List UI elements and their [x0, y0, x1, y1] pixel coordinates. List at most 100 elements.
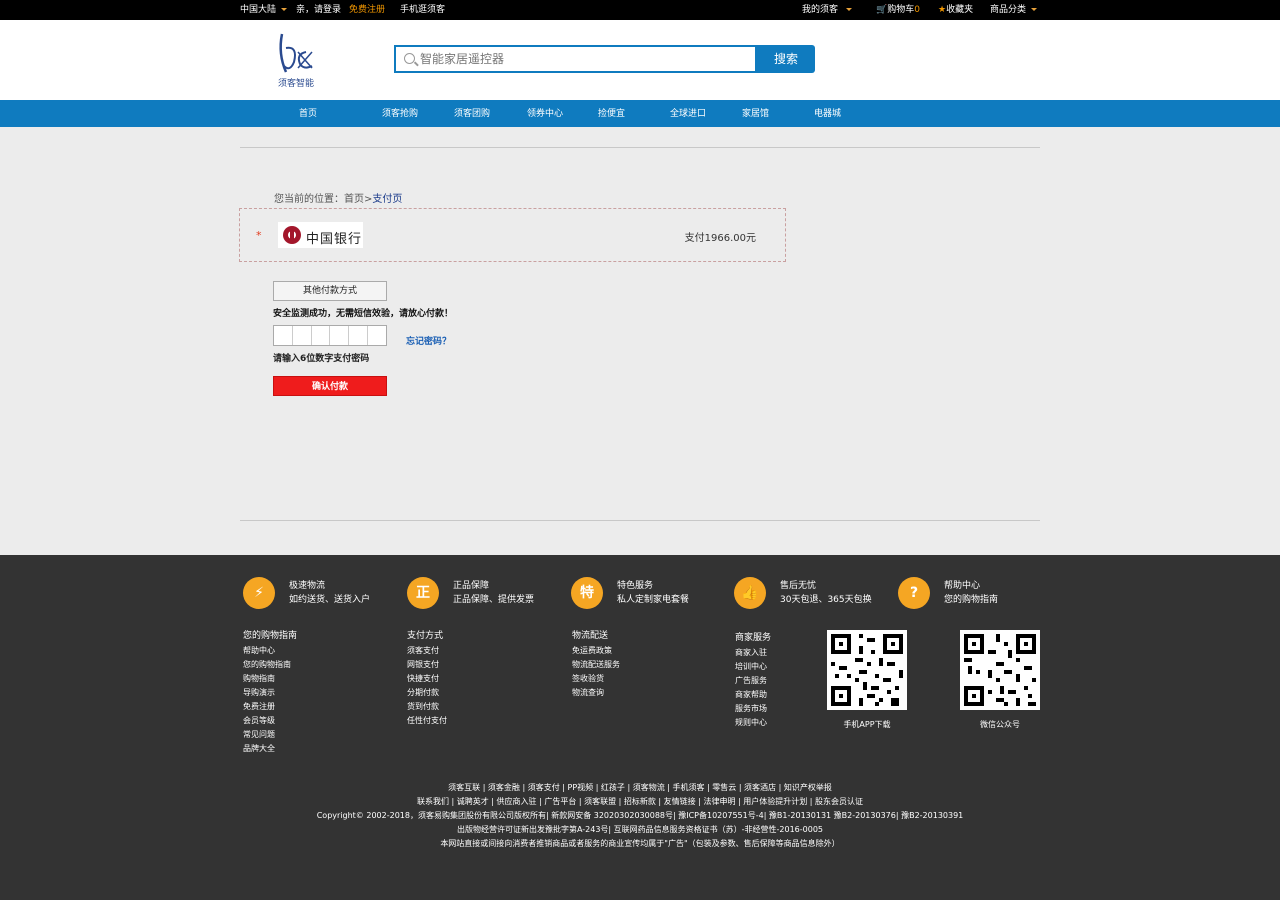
footer-link[interactable]: 须客支付 [407, 644, 447, 658]
feature-desc: 私人定制家电套餐 [617, 595, 690, 605]
wechat-qr[interactable] [960, 630, 1040, 710]
login-link[interactable]: 亲，请登录 [296, 4, 341, 16]
password-digit-box[interactable] [349, 326, 369, 345]
favorites-label: 收藏夹 [946, 5, 974, 15]
payment-amount: 支付1966.00元 [684, 233, 756, 244]
feature-desc: 您的购物指南 [944, 595, 999, 605]
nav-item-flash-sale[interactable]: 须客抢购 [382, 108, 418, 120]
password-hint: 请输入6位数字支付密码 [273, 354, 370, 364]
password-digit-box[interactable] [368, 326, 386, 345]
password-digit-box[interactable] [330, 326, 350, 345]
footer-link[interactable]: 任性付支付 [407, 714, 447, 728]
footer: ⚡ 极速物流 如约送货、送货入户 正 正品保障 正品保障、提供发票 特 特色服务… [0, 555, 1280, 900]
footer-link[interactable]: 免运费政策 [572, 644, 620, 658]
search-input[interactable] [420, 50, 740, 68]
footer-links-line[interactable]: 须客互联 | 须客金融 | 须客支付 | PP视频 | 红孩子 | 须客物流 |… [0, 782, 1280, 793]
footer-link[interactable]: 商家帮助 [735, 688, 771, 702]
footer-link[interactable]: 分期付款 [407, 686, 447, 700]
breadcrumb-prefix: 您当前的位置： [274, 194, 344, 205]
logo-icon [279, 33, 313, 73]
region-selector[interactable]: 中国大陆 [240, 4, 288, 16]
footer-link[interactable]: 购物指南 [243, 672, 297, 686]
search-button[interactable]: 搜索 [757, 45, 815, 73]
divider-top [240, 147, 1040, 148]
ad-notice-line: 本网站直接或间接向消费者推销商品或者服务的商业宣传均属于"广告"（包装及参数、售… [440, 839, 840, 848]
feature-title: 正品保障 [453, 581, 490, 591]
footer-link[interactable]: 物流配送服务 [572, 658, 620, 672]
qr-caption: 手机APP下载 [843, 720, 891, 729]
mobile-link[interactable]: 手机逛须客 [400, 4, 445, 16]
footer-links-line[interactable]: 联系我们 | 诚聘英才 | 供应商入驻 | 广告平台 | 须客联盟 | 招标新款… [0, 796, 1280, 807]
qr-code-icon [960, 630, 1040, 710]
favorites-link[interactable]: ★收藏夹 [938, 4, 973, 16]
categories-menu[interactable]: 商品分类 [990, 4, 1038, 16]
top-bar: 中国大陆 亲，请登录 免费注册 手机逛须客 我的须客 🛒购物车0 ★收藏夹 商品… [0, 0, 1280, 20]
footer-link[interactable]: 货到付款 [407, 700, 447, 714]
password-digit-box[interactable] [293, 326, 312, 345]
footer-column-merchant: 商家服务 商家入驻 培训中心 广告服务 商家帮助 服务市场 规则中心 [735, 630, 771, 730]
footer-link[interactable]: 品牌大全 [243, 742, 297, 756]
shield-icon: 正 [407, 577, 439, 609]
chevron-down-icon [1031, 8, 1038, 11]
chevron-down-icon [846, 8, 853, 11]
footer-link[interactable]: 物流查询 [572, 686, 620, 700]
password-input[interactable] [273, 325, 387, 346]
cart-count: 0 [914, 5, 920, 15]
cart-label: 购物车 [887, 5, 915, 15]
chevron-down-icon [281, 8, 288, 11]
security-message: 安全监测成功，无需短信效验，请放心付款！ [273, 309, 454, 319]
column-title: 物流配送 [572, 631, 609, 641]
my-account-menu[interactable]: 我的须客 [802, 4, 853, 16]
logo[interactable]: 须客智能 [276, 32, 316, 92]
nav-item-appliances[interactable]: 电器城 [814, 108, 841, 120]
feature-desc: 正品保障、提供发票 [453, 595, 535, 605]
footer-link[interactable]: 导购演示 [243, 686, 297, 700]
footer-link[interactable]: 规则中心 [735, 716, 771, 730]
region-label: 中国大陆 [240, 5, 277, 15]
nav-item-home-living[interactable]: 家居馆 [742, 108, 769, 120]
footer-link[interactable]: 网银支付 [407, 658, 447, 672]
cart-link[interactable]: 🛒购物车0 [876, 4, 920, 16]
nav-item-group-buy[interactable]: 须客团购 [454, 108, 490, 120]
qr-caption: 微信公众号 [980, 720, 1020, 729]
other-payment-methods-button[interactable]: 其他付款方式 [273, 281, 387, 301]
footer-column-guide: 您的购物指南 帮助中心 您的购物指南 购物指南 导购演示 免费注册 会员等级 常… [243, 628, 297, 756]
nav-item-home[interactable]: 首页 [299, 108, 317, 120]
categories-label: 商品分类 [990, 5, 1027, 15]
search-box [394, 45, 757, 73]
footer-link[interactable]: 签收验货 [572, 672, 620, 686]
payment-method-box: * 中国银行 支付1966.00元 [239, 208, 786, 262]
divider-bottom [240, 520, 1040, 521]
nav-item-global[interactable]: 全球进口 [670, 108, 706, 120]
breadcrumb: 您当前的位置：首页>支付页 [274, 190, 402, 205]
footer-link[interactable]: 商家入驻 [735, 646, 771, 660]
nav-item-coupons[interactable]: 领券中心 [527, 108, 563, 120]
header: 须客智能 搜索 [0, 20, 1280, 100]
footer-link[interactable]: 您的购物指南 [243, 658, 297, 672]
app-download-qr[interactable] [827, 630, 907, 710]
footer-link[interactable]: 快捷支付 [407, 672, 447, 686]
copyright-line: Copyright© 2002-2018，须客易购集团股份有限公司版权所有| 新… [316, 811, 964, 820]
footer-link[interactable]: 免费注册 [243, 700, 297, 714]
footer-link[interactable]: 服务市场 [735, 702, 771, 716]
bank-logo[interactable]: 中国银行 [278, 222, 363, 248]
forgot-password-link[interactable]: 忘记密码？ [406, 334, 451, 347]
footer-column-payment: 支付方式 须客支付 网银支付 快捷支付 分期付款 货到付款 任性付支付 [407, 628, 447, 728]
footer-link[interactable]: 会员等级 [243, 714, 297, 728]
footer-link[interactable]: 帮助中心 [243, 644, 297, 658]
my-account-label: 我的须客 [802, 5, 839, 15]
main-nav: 首页 须客抢购 须客团购 领券中心 捡便宜 全球进口 家居馆 电器城 [0, 100, 1280, 127]
password-digit-box[interactable] [274, 326, 293, 345]
search-icon [404, 53, 415, 64]
password-digit-box[interactable] [312, 326, 331, 345]
breadcrumb-home-link[interactable]: 首页 [344, 194, 364, 205]
column-title: 您的购物指南 [243, 631, 298, 641]
footer-link[interactable]: 常见问题 [243, 728, 297, 742]
confirm-payment-button[interactable]: 确认付款 [273, 376, 387, 396]
required-mark: * [256, 229, 262, 242]
qr-code-icon [827, 630, 907, 710]
register-link[interactable]: 免费注册 [349, 4, 385, 16]
footer-link[interactable]: 培训中心 [735, 660, 771, 674]
nav-item-bargains[interactable]: 捡便宜 [598, 108, 625, 120]
footer-link[interactable]: 广告服务 [735, 674, 771, 688]
